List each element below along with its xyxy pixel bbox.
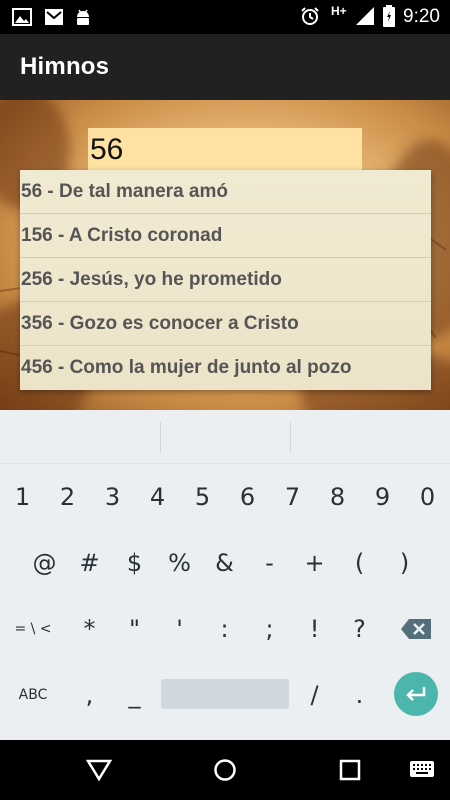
enter-icon [406,687,426,701]
key-0[interactable]: 0 [405,464,450,530]
key-5[interactable]: 5 [180,464,225,530]
backspace-key[interactable] [398,614,434,644]
key-2[interactable]: 2 [45,464,90,530]
key-dollar[interactable]: $ [112,530,157,596]
recents-button[interactable] [315,740,385,800]
key-minus[interactable]: - [247,530,292,596]
keyboard-switch-button[interactable] [392,740,450,800]
key-6[interactable]: 6 [225,464,270,530]
backspace-icon [401,619,431,639]
key-asterisk[interactable]: * [67,596,112,662]
suggestion-list: 56 - De tal manera amó 156 - A Cristo co… [20,170,431,390]
key-hash[interactable]: # [67,530,112,596]
back-button[interactable] [64,740,134,800]
key-open-paren[interactable]: ( [337,530,382,596]
suggestion-item[interactable]: 456 - Como la mujer de junto al pozo [20,346,431,390]
suggestion-item[interactable]: 256 - Jesús, yo he prometido [20,258,431,302]
key-plus[interactable]: + [292,530,337,596]
key-3[interactable]: 3 [90,464,135,530]
status-time: 9:20 [403,6,440,27]
key-percent[interactable]: % [157,530,202,596]
enter-key[interactable] [394,672,438,716]
email-notification-icon [44,8,64,31]
suggestion-divider [290,422,291,452]
key-abc[interactable]: ABC [0,662,66,728]
key-more-symbols[interactable]: = \ < [0,596,66,662]
app-bar: Himnos [0,34,450,100]
status-bar: H+ 9:20 [0,0,450,34]
alarm-icon [300,6,320,31]
key-colon[interactable]: : [202,596,247,662]
key-close-paren[interactable]: ) [382,530,427,596]
soft-keyboard: 1 2 3 4 5 6 7 8 9 0 @ # $ % & - + ( ) = … [0,410,450,740]
android-notification-icon [74,8,92,31]
key-underscore[interactable]: _ [112,662,157,728]
key-4[interactable]: 4 [135,464,180,530]
battery-icon [383,5,395,32]
parchment-background: 56 - De tal manera amó 156 - A Cristo co… [0,100,450,410]
home-button[interactable] [190,740,260,800]
suggestion-item[interactable]: 156 - A Cristo coronad [20,214,431,258]
key-at[interactable]: @ [22,530,67,596]
keyboard-row-bottom: ABC , _ / . [0,662,450,728]
suggestion-item[interactable]: 56 - De tal manera amó [20,170,431,214]
back-icon [86,759,112,781]
key-double-quote[interactable]: " [112,596,157,662]
key-1[interactable]: 1 [0,464,45,530]
space-key[interactable] [161,679,289,709]
key-exclamation[interactable]: ! [292,596,337,662]
screen: H+ 9:20 Himnos 56 - De tal manera amó 15… [0,0,450,800]
keyboard-row-numbers: 1 2 3 4 5 6 7 8 9 0 [0,464,450,530]
search-input[interactable] [88,128,362,172]
navigation-bar [0,740,450,800]
gallery-notification-icon [12,8,32,31]
suggestion-divider [160,422,161,452]
key-comma[interactable]: , [67,662,112,728]
keyboard-suggestion-bar [0,410,450,464]
keyboard-row-symbols: @ # $ % & - + ( ) [0,530,450,596]
app-title: Himnos [20,53,110,80]
home-icon [214,759,236,781]
key-ampersand[interactable]: & [202,530,247,596]
key-single-quote[interactable]: ' [157,596,202,662]
suggestion-item[interactable]: 356 - Gozo es conocer a Cristo [20,302,431,346]
key-question[interactable]: ? [337,596,382,662]
key-period[interactable]: . [337,662,382,728]
network-type: H+ [331,4,347,18]
key-slash[interactable]: / [292,662,337,728]
keyboard-row-punctuation: = \ < * " ' : ; ! ? [0,596,450,662]
key-7[interactable]: 7 [270,464,315,530]
key-8[interactable]: 8 [315,464,360,530]
keyboard-icon [410,761,434,777]
key-9[interactable]: 9 [360,464,405,530]
recents-icon [339,759,361,781]
key-semicolon[interactable]: ; [247,596,292,662]
signal-icon [355,6,375,31]
